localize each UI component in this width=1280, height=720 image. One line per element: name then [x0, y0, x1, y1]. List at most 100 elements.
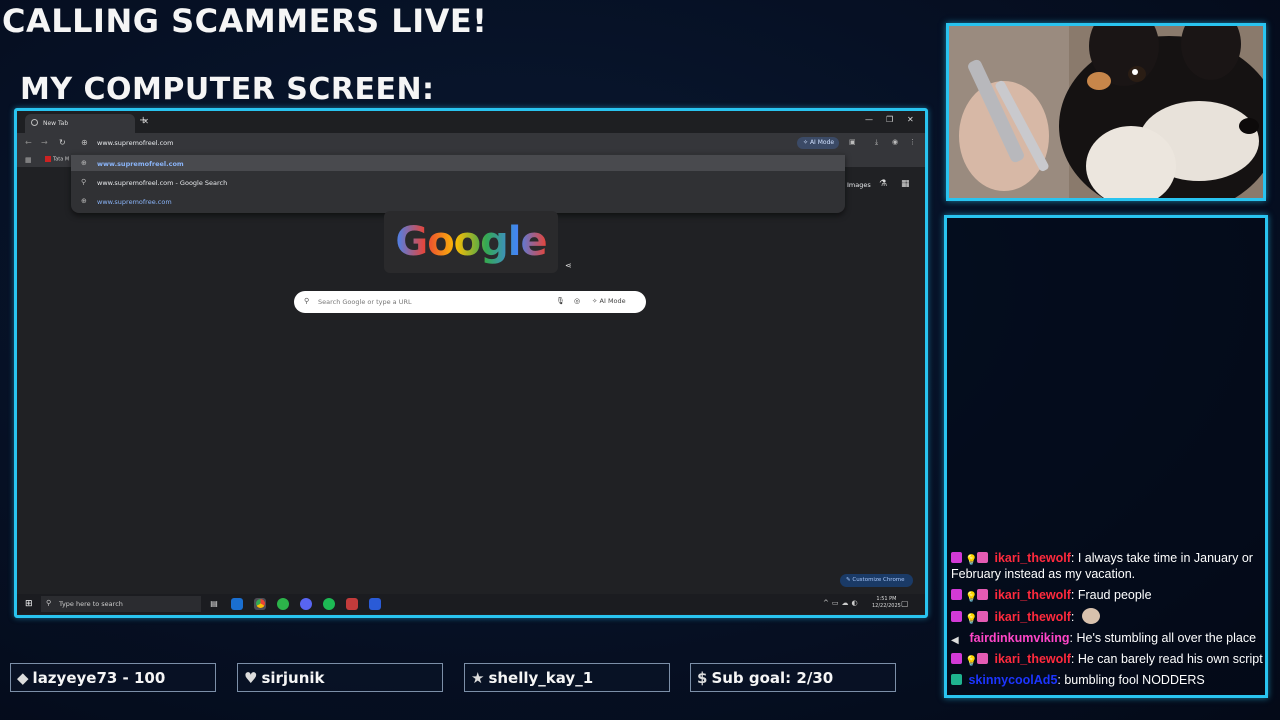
app-icon[interactable] [346, 598, 358, 610]
chat-text: bumbling fool NODDERS [1064, 673, 1205, 687]
windows-taskbar: ⊞ ⚲ Type here to search ▤ ^▭☁◐ 1:51 PM 1… [17, 594, 925, 614]
search-icon: ⚲ [304, 297, 310, 305]
download-icon[interactable]: ⤓ [875, 138, 878, 147]
system-tray-icons[interactable]: ^▭☁◐ [823, 599, 861, 607]
site-info-icon[interactable]: ⊕ [81, 138, 88, 147]
heart-badge-icon [951, 552, 962, 563]
edge-icon[interactable] [231, 598, 243, 610]
bookmark-label: Tata M [53, 156, 70, 163]
flower-badge-icon [977, 653, 988, 664]
search-ai-mode-label: AI Mode [599, 297, 626, 305]
bulb-badge-icon: 💡 [965, 592, 978, 603]
chat-username[interactable]: ikari_thewolf [994, 551, 1070, 565]
images-link[interactable]: Images [847, 181, 871, 189]
google-logo: Google [395, 219, 547, 265]
chat-message: 💡 ikari_thewolf: He can barely read his … [951, 651, 1263, 667]
reload-icon[interactable]: ↻ [59, 138, 66, 147]
address-bar-input[interactable]: www.supremofreel.com [97, 139, 173, 147]
customize-chrome-label: Customize Chrome [852, 577, 905, 583]
chat-username[interactable]: ikari_thewolf [994, 610, 1070, 624]
tab-search-icon[interactable]: ▣ [849, 138, 856, 146]
minimize-icon[interactable]: — [865, 115, 873, 124]
heart-badge-icon [951, 589, 962, 600]
labs-flask-icon[interactable]: ⚗ [879, 179, 887, 189]
taskbar-clock[interactable]: 1:51 PM 12/22/2025 [872, 596, 901, 610]
notification-icon[interactable]: ▢ [901, 599, 909, 608]
google-doodle[interactable]: Google [384, 211, 558, 273]
chat-panel: 💡 ikari_thewolf: I always take time in J… [944, 215, 1268, 698]
task-view-icon[interactable]: ▤ [208, 598, 220, 610]
windows-start-icon[interactable]: ⊞ [25, 599, 33, 609]
clock-time: 1:51 PM [876, 596, 897, 602]
star-icon: ★ [471, 669, 485, 687]
mute-badge-icon: ◀ [951, 635, 959, 646]
bookmark-item[interactable]: Tata M [45, 156, 69, 163]
google-apps-icon[interactable]: ▦ [901, 179, 910, 189]
share-icon[interactable]: ⋖ [565, 261, 572, 270]
chat-message: 💡 ikari_thewolf: Fraud people [951, 587, 1263, 603]
microphone-icon[interactable]: 🎙 [556, 297, 565, 305]
stream-title: CALLING SCAMMERS LIVE! [2, 2, 488, 40]
new-tab-button[interactable]: + [139, 115, 147, 126]
browser-tab[interactable]: New Tab ✕ [25, 114, 149, 133]
suggestion-text: www.supremofreel.com - Google Search [97, 179, 228, 187]
suggestion-item[interactable]: ⚲ www.supremofreel.com - Google Search [71, 174, 845, 190]
clock-date: 12/22/2025 [872, 603, 901, 609]
messaging-app-icon[interactable] [277, 598, 289, 610]
browser-tab-bar: New Tab ✕ + — ❐ ✕ [17, 111, 925, 133]
chat-text: He can barely read his own script [1077, 652, 1263, 666]
tab-title: New Tab [43, 120, 69, 127]
latest-subscriber-box: ★ shelly_kay_1 [464, 663, 670, 692]
flower-badge-icon [977, 552, 988, 563]
chat-username[interactable]: fairdinkumviking [969, 631, 1069, 645]
emote-icon [1081, 608, 1100, 624]
chat-username[interactable]: ikari_thewolf [994, 588, 1070, 602]
heart-badge-icon [951, 611, 962, 622]
flower-badge-icon [977, 611, 988, 622]
profile-icon[interactable]: ◉ [892, 138, 898, 146]
ai-mode-button[interactable]: ✧ AI Mode [797, 137, 839, 149]
apps-grid-icon[interactable]: ▦ [25, 156, 32, 164]
forward-icon[interactable]: → [41, 138, 48, 147]
lens-camera-icon[interactable]: ◎ [574, 297, 580, 305]
latest-follower-box: ♥ sirjunik [237, 663, 443, 692]
chat-message: skinnycoolAd5: bumbling fool NODDERS [951, 672, 1263, 688]
vpn-app-icon[interactable] [369, 598, 381, 610]
chrome-icon[interactable] [254, 598, 266, 610]
chat-message-list: 💡 ikari_thewolf: I always take time in J… [951, 550, 1263, 693]
chat-username[interactable]: skinnycoolAd5 [968, 673, 1057, 687]
webcam-dog-image [949, 26, 1263, 198]
back-icon[interactable]: ← [25, 138, 32, 147]
close-window-icon[interactable]: ✕ [907, 115, 914, 124]
screen-label: MY COMPUTER SCREEN: [20, 72, 435, 107]
screen-capture-frame: New Tab ✕ + — ❐ ✕ ← → ↻ ⊕ www.supremofre… [14, 108, 928, 618]
bookmark-favicon-icon [45, 156, 51, 162]
browser-toolbar: ← → ↻ ⊕ www.supremofreel.com ✧ AI Mode ▣… [17, 133, 925, 153]
search-placeholder: Search Google or type a URL [318, 298, 412, 306]
bulb-badge-icon: 💡 [965, 614, 978, 625]
google-search-box[interactable]: ⚲ Search Google or type a URL 🎙 ◎ ✧ AI M… [294, 291, 646, 313]
diamond-icon: ◆ [17, 669, 29, 687]
discord-icon[interactable] [300, 598, 312, 610]
suggestion-item[interactable]: ⊕ www.supremofree.com [71, 193, 845, 209]
ai-mode-label: AI Mode [809, 139, 835, 146]
spotify-icon[interactable] [323, 598, 335, 610]
sub-goal-text: Sub goal: 2/30 [711, 669, 834, 687]
taskbar-search-input[interactable]: ⚲ Type here to search [41, 596, 201, 612]
globe-icon: ⊕ [81, 197, 87, 205]
green-badge-icon [951, 674, 962, 685]
latest-follower-text: sirjunik [261, 669, 325, 687]
chat-message: ◀ fairdinkumviking: He's stumbling all o… [951, 631, 1257, 646]
suggestion-item[interactable]: ⊕ www.supremofreel.com [71, 155, 845, 171]
search-ai-mode-button[interactable]: ✧ AI Mode [592, 297, 626, 305]
suggestion-text: www.supremofree.com [97, 198, 172, 206]
search-icon: ⚲ [46, 599, 52, 607]
tab-favicon-icon [31, 119, 38, 126]
customize-chrome-button[interactable]: ✎ Customize Chrome [840, 574, 913, 587]
latest-subscriber-text: shelly_kay_1 [488, 669, 594, 687]
webcam-frame [946, 23, 1266, 201]
menu-icon[interactable]: ⋮ [909, 138, 916, 146]
restore-icon[interactable]: ❐ [886, 115, 893, 124]
suggestion-text: www.supremofreel.com [97, 160, 184, 168]
chat-username[interactable]: ikari_thewolf [994, 652, 1070, 666]
